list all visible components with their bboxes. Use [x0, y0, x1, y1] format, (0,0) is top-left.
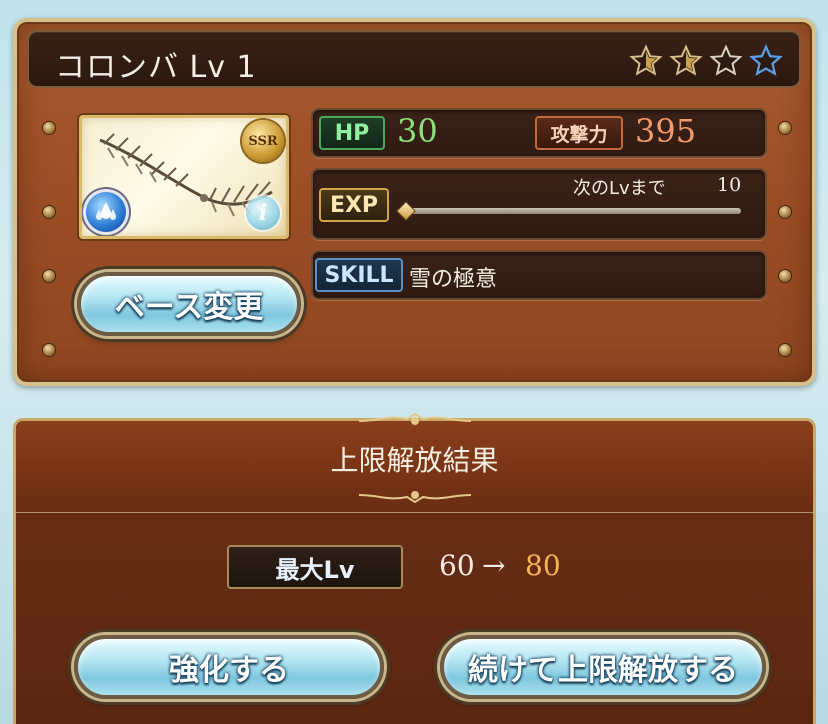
- exp-progress-knob: [396, 201, 416, 221]
- rivet-decoration: [779, 206, 791, 218]
- rivet-decoration: [779, 122, 791, 134]
- result-header: 上限解放結果: [16, 413, 813, 513]
- ornament-bottom-icon: [359, 491, 471, 503]
- skill-tag: SKILL: [315, 258, 403, 292]
- star-filled-icon: [629, 44, 663, 76]
- rivet-decoration: [779, 344, 791, 356]
- water-drops-icon: [96, 202, 116, 220]
- star-filled-icon: [669, 44, 703, 76]
- enhance-button[interactable]: 強化する: [74, 635, 384, 699]
- rivet-decoration: [779, 270, 791, 282]
- change-base-button[interactable]: ベース変更: [77, 272, 301, 336]
- exp-panel: EXP 次のLvまで 10: [311, 168, 767, 240]
- enhance-button-label: 強化する: [169, 653, 289, 688]
- rivet-decoration: [43, 206, 55, 218]
- weapon-title: コロンバ Lv 1: [55, 50, 257, 85]
- rivet-decoration: [43, 122, 55, 134]
- attack-value: 395: [635, 112, 697, 150]
- info-icon[interactable]: i: [246, 196, 280, 230]
- weapon-card: コロンバ Lv 1 SSR i HP 30 攻撃力 395 EXP 次のLvまで…: [13, 18, 816, 386]
- star-blue-icon: [749, 44, 783, 76]
- next-lv-label: 次のLvまで: [573, 178, 666, 199]
- stats-panel: HP 30 攻撃力 395: [311, 108, 767, 158]
- max-lv-tag: 最大Lv: [227, 545, 403, 589]
- uncap-stars: [629, 44, 783, 78]
- arrow-right-icon: →: [482, 549, 506, 582]
- skill-panel: SKILL 雪の極意: [311, 250, 767, 300]
- hp-value: 30: [397, 112, 438, 150]
- ornament-top-icon: [359, 413, 471, 425]
- next-lv-value: 10: [717, 174, 742, 196]
- rivet-decoration: [43, 270, 55, 282]
- exp-tag: EXP: [319, 188, 389, 222]
- attack-tag: 攻撃力: [535, 116, 623, 150]
- star-empty-icon: [709, 44, 743, 76]
- water-element-icon: [86, 192, 126, 232]
- weapon-image[interactable]: SSR i: [79, 115, 289, 239]
- limit-break-result-panel: 上限解放結果 最大Lv 60 → 80 強化する 続けて上限解放する: [13, 413, 816, 724]
- change-base-button-label: ベース変更: [114, 290, 264, 325]
- exp-progress-bar: [405, 208, 741, 214]
- result-title: 上限解放結果: [330, 444, 499, 477]
- continue-limit-break-button[interactable]: 続けて上限解放する: [440, 635, 766, 699]
- card-title-bar: コロンバ Lv 1: [27, 30, 801, 88]
- skill-name: 雪の極意: [409, 267, 498, 292]
- hp-tag: HP: [319, 116, 385, 150]
- rivet-decoration: [43, 344, 55, 356]
- continue-limit-break-button-label: 続けて上限解放する: [468, 653, 738, 688]
- max-lv-before: 60: [439, 549, 475, 582]
- ssr-rarity-badge: SSR: [242, 120, 284, 162]
- max-lv-after: 80: [525, 549, 561, 582]
